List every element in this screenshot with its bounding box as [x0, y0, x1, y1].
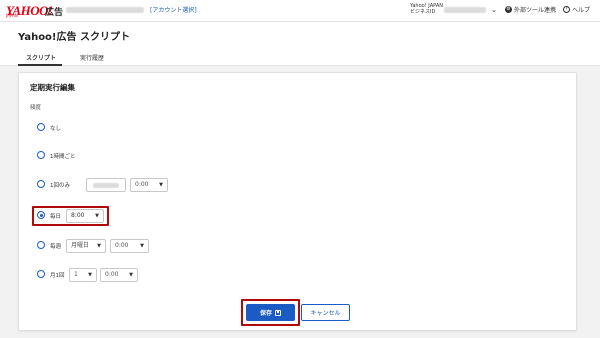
- once-date-field[interactable]: [86, 178, 126, 192]
- radio-once[interactable]: [37, 180, 45, 188]
- caret-down-icon: ▼: [129, 272, 133, 278]
- product-label: 広告: [45, 8, 64, 18]
- radio-daily-label: 毎日: [50, 214, 62, 220]
- external-tools-link[interactable]: ⚙ 外部ツール連携: [505, 5, 556, 14]
- cancel-button[interactable]: キャンセル: [301, 304, 350, 321]
- help-link[interactable]: ? ヘルプ: [563, 5, 590, 14]
- caret-down-icon: ▼: [88, 272, 92, 278]
- help-label: ヘルプ: [572, 7, 591, 14]
- radio-once-label: 1回のみ: [50, 183, 70, 189]
- monthly-time-select[interactable]: 0:00 ▼: [100, 268, 138, 282]
- tab-script[interactable]: スクリプト: [26, 53, 56, 62]
- caret-down-icon: ▼: [159, 182, 163, 188]
- weekly-time-value: 0:00: [115, 242, 129, 249]
- chevron-down-icon[interactable]: ⌄: [491, 6, 497, 14]
- business-id-label: Yahoo! JAPAN ビジネスID: [410, 3, 443, 15]
- help-icon: ?: [563, 6, 570, 13]
- page-title: Yahoo!広告 スクリプト: [18, 32, 130, 43]
- monthly-day-value: 1: [74, 271, 78, 278]
- section-title: 定期実行編集: [30, 83, 75, 92]
- business-id-redacted: [444, 7, 486, 13]
- save-disk-icon: [275, 309, 281, 316]
- radio-hourly-label: 1時間ごと: [50, 154, 76, 160]
- yahoo-logo-sub: JAPAN: [6, 13, 18, 18]
- save-button[interactable]: 保存: [246, 304, 295, 321]
- radio-none-label: なし: [50, 126, 62, 132]
- account-select-link[interactable]: [アカウント選択]: [150, 5, 197, 14]
- active-tab-indicator: [18, 64, 62, 66]
- daily-time-select[interactable]: 8:00 ▼: [66, 209, 104, 223]
- radio-weekly-label: 毎週: [50, 244, 62, 250]
- business-id-line2: ビジネスID: [410, 9, 436, 15]
- monthly-day-select[interactable]: 1 ▼: [69, 268, 97, 282]
- monthly-time-value: 0:00: [105, 271, 119, 278]
- save-button-label: 保存: [259, 311, 272, 317]
- gear-icon: ⚙: [505, 6, 512, 13]
- weekly-time-select[interactable]: 0:00 ▼: [110, 239, 149, 253]
- top-bar: YAHOO! JAPAN 広告 [アカウント選択] Yahoo! JAPAN ビ…: [0, 0, 600, 22]
- weekly-day-select[interactable]: 月曜日 ▼: [66, 239, 106, 253]
- radio-daily[interactable]: [37, 211, 45, 219]
- caret-down-icon: ▼: [140, 243, 144, 249]
- radio-weekly[interactable]: [37, 241, 45, 249]
- once-date-redacted: [93, 183, 119, 188]
- page-header: Yahoo!広告 スクリプト スクリプト 実行履歴: [0, 22, 600, 66]
- caret-down-icon: ▼: [97, 243, 101, 249]
- caret-down-icon: ▼: [95, 213, 99, 219]
- account-name-redacted: [66, 7, 144, 13]
- schedule-edit-card: [18, 72, 577, 331]
- radio-monthly-label: 月1回: [50, 273, 65, 279]
- daily-time-value: 8:00: [71, 212, 85, 219]
- weekly-day-value: 月曜日: [71, 242, 90, 249]
- radio-hourly[interactable]: [37, 151, 45, 159]
- external-tools-label: 外部ツール連携: [514, 7, 557, 14]
- radio-monthly[interactable]: [37, 270, 45, 278]
- once-time-select[interactable]: 0:00 ▼: [130, 178, 168, 192]
- tab-execution-history[interactable]: 実行履歴: [80, 53, 104, 62]
- once-time-value: 0:00: [135, 181, 149, 188]
- radio-none[interactable]: [37, 123, 45, 131]
- frequency-label: 頻度: [30, 105, 42, 111]
